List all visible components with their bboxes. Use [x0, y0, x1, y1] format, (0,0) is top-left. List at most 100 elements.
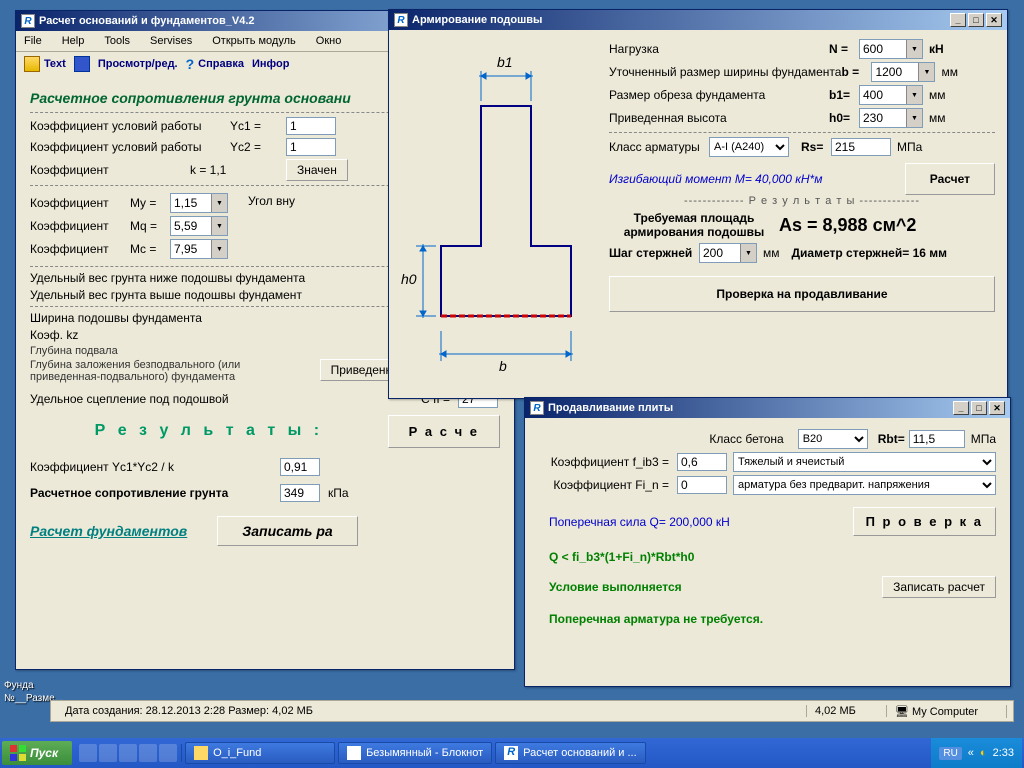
menu-open-module[interactable]: Открыть модуль	[208, 33, 300, 49]
save-calc-button[interactable]: Записать расчет	[882, 576, 996, 598]
mc-input[interactable]	[171, 241, 211, 257]
tray-icon[interactable]: ◐	[980, 747, 987, 759]
start-button[interactable]: Пуск	[2, 741, 72, 765]
save-results-button[interactable]: Записать ра	[217, 516, 357, 546]
maximize-icon[interactable]: □	[968, 13, 984, 27]
rebar-label: Класс арматуры	[609, 140, 709, 154]
angle-label: Угол вну	[248, 194, 295, 208]
clock[interactable]: 2:33	[993, 747, 1014, 759]
fin-input[interactable]	[677, 476, 727, 494]
language-indicator[interactable]: RU	[939, 747, 961, 760]
step-input[interactable]	[700, 245, 740, 261]
maximize-icon[interactable]: □	[971, 401, 987, 415]
app-icon: R	[21, 14, 35, 28]
calc-button[interactable]: Расчет	[905, 163, 995, 195]
fib3-select[interactable]: Тяжелый и ячеистый	[733, 452, 996, 472]
load-input[interactable]	[860, 41, 906, 57]
menu-tools[interactable]: Tools	[100, 33, 134, 49]
yc1-symbol: Yc1 =	[230, 119, 286, 133]
mq-label: Коэффициент	[30, 219, 130, 233]
status-size: 4,02 МБ	[807, 705, 887, 717]
concrete-select[interactable]: B20	[798, 429, 868, 449]
titlebar[interactable]: R Продавливание плиты _ □ ✕	[525, 398, 1010, 418]
calc-foundations-link[interactable]: Расчет фундаментов	[30, 523, 187, 539]
load-unit: кН	[929, 42, 944, 56]
depth-note: Глубина заложения безподвального (или пр…	[30, 359, 310, 383]
toolbar-help[interactable]: ?Справка	[186, 56, 244, 72]
height-input[interactable]	[860, 110, 906, 126]
chevron-down-icon[interactable]: ▼	[918, 63, 934, 81]
taskbar-task[interactable]: Безымянный - Блокнот	[338, 742, 492, 764]
chevron-down-icon[interactable]: ▼	[740, 244, 756, 262]
taskbar-task[interactable]: RРасчет оснований и ...	[495, 742, 645, 764]
chevron-down-icon[interactable]: ▼	[211, 194, 227, 212]
rbt-input[interactable]	[909, 430, 965, 448]
load-combobox[interactable]: ▼	[859, 39, 923, 59]
rbt-label: Rbt=	[878, 432, 905, 446]
rs-input[interactable]	[831, 138, 891, 156]
my-symbol: My =	[130, 196, 170, 210]
resistance-input[interactable]	[280, 484, 320, 502]
quick-launch-item[interactable]	[139, 744, 157, 762]
width-combobox[interactable]: ▼	[871, 62, 935, 82]
shear-force-label: Поперечная сила Q= 200,000 кН	[549, 515, 853, 529]
step-combobox[interactable]: ▼	[699, 243, 757, 263]
yc2-input[interactable]	[286, 138, 336, 156]
folder-icon	[194, 746, 208, 760]
menu-help[interactable]: Help	[58, 33, 89, 49]
desktop-icon[interactable]: Фунда	[4, 680, 63, 691]
menu-servises[interactable]: Servises	[146, 33, 196, 49]
app-icon: R	[530, 401, 544, 415]
yc1-input[interactable]	[286, 117, 336, 135]
chevron-down-icon[interactable]: ▼	[906, 40, 922, 58]
punching-window: R Продавливание плиты _ □ ✕ Класс бетона…	[524, 397, 1011, 687]
my-input[interactable]	[171, 195, 211, 211]
fin-select[interactable]: арматура без предварит. напряжения	[733, 475, 996, 495]
minimize-icon[interactable]: _	[953, 401, 969, 415]
quick-launch-item[interactable]	[159, 744, 177, 762]
height-combobox[interactable]: ▼	[859, 108, 923, 128]
punch-check-button[interactable]: Проверка на продавливание	[609, 276, 995, 312]
coef-result-input[interactable]	[280, 458, 320, 476]
calc-button[interactable]: Р а с ч е	[388, 415, 500, 448]
toolbar-info[interactable]: Инфор	[252, 58, 289, 70]
width-input[interactable]	[872, 64, 918, 80]
my-combobox[interactable]: ▼	[170, 193, 228, 213]
menu-file[interactable]: File	[20, 33, 46, 49]
close-icon[interactable]: ✕	[989, 401, 1005, 415]
titlebar[interactable]: R Армирование подошвы _ □ ✕	[389, 10, 1007, 30]
quick-launch-item[interactable]	[99, 744, 117, 762]
menu-window[interactable]: Окно	[312, 33, 346, 49]
k-label: Коэффициент	[30, 163, 190, 177]
load-label: Нагрузка	[609, 42, 829, 56]
chevron-down-icon[interactable]: ▼	[906, 86, 922, 104]
quick-launch-item[interactable]	[119, 744, 137, 762]
fib3-input[interactable]	[677, 453, 727, 471]
mq-input[interactable]	[171, 218, 211, 234]
toolbar-text[interactable]: Text	[24, 56, 66, 72]
statusbar: Дата создания: 28.12.2013 2:28 Размер: 4…	[50, 700, 1014, 722]
close-icon[interactable]: ✕	[986, 13, 1002, 27]
chevron-down-icon[interactable]: ▼	[211, 217, 227, 235]
check-button[interactable]: П р о в е р к а	[853, 507, 996, 536]
quick-launch-item[interactable]	[79, 744, 97, 762]
status-location: 🖥 My Computer	[887, 705, 1007, 718]
taskbar-task[interactable]: O_i_Fund	[185, 742, 335, 764]
rebar-select[interactable]: A-I (A240)	[709, 137, 789, 157]
mc-combobox[interactable]: ▼	[170, 239, 228, 259]
chevron-down-icon[interactable]: ▼	[211, 240, 227, 258]
tray-icon[interactable]: «	[968, 747, 974, 759]
mq-combobox[interactable]: ▼	[170, 216, 228, 236]
toolbar-preview[interactable]: Просмотр/ред.	[98, 58, 178, 70]
k-button[interactable]: Значен	[286, 159, 348, 181]
cut-combobox[interactable]: ▼	[859, 85, 923, 105]
cut-input[interactable]	[860, 87, 906, 103]
step-label: Шаг стержней	[609, 246, 699, 260]
width-unit: мм	[941, 65, 958, 79]
minimize-icon[interactable]: _	[950, 13, 966, 27]
results-separator: ------------- Р е з у л ь т а т ы ------…	[609, 195, 995, 207]
fin-label: Коэффициент Fi_n =	[539, 478, 669, 492]
chevron-down-icon[interactable]: ▼	[906, 109, 922, 127]
save-icon[interactable]	[74, 56, 90, 72]
diagram-b-label: b	[499, 358, 507, 374]
